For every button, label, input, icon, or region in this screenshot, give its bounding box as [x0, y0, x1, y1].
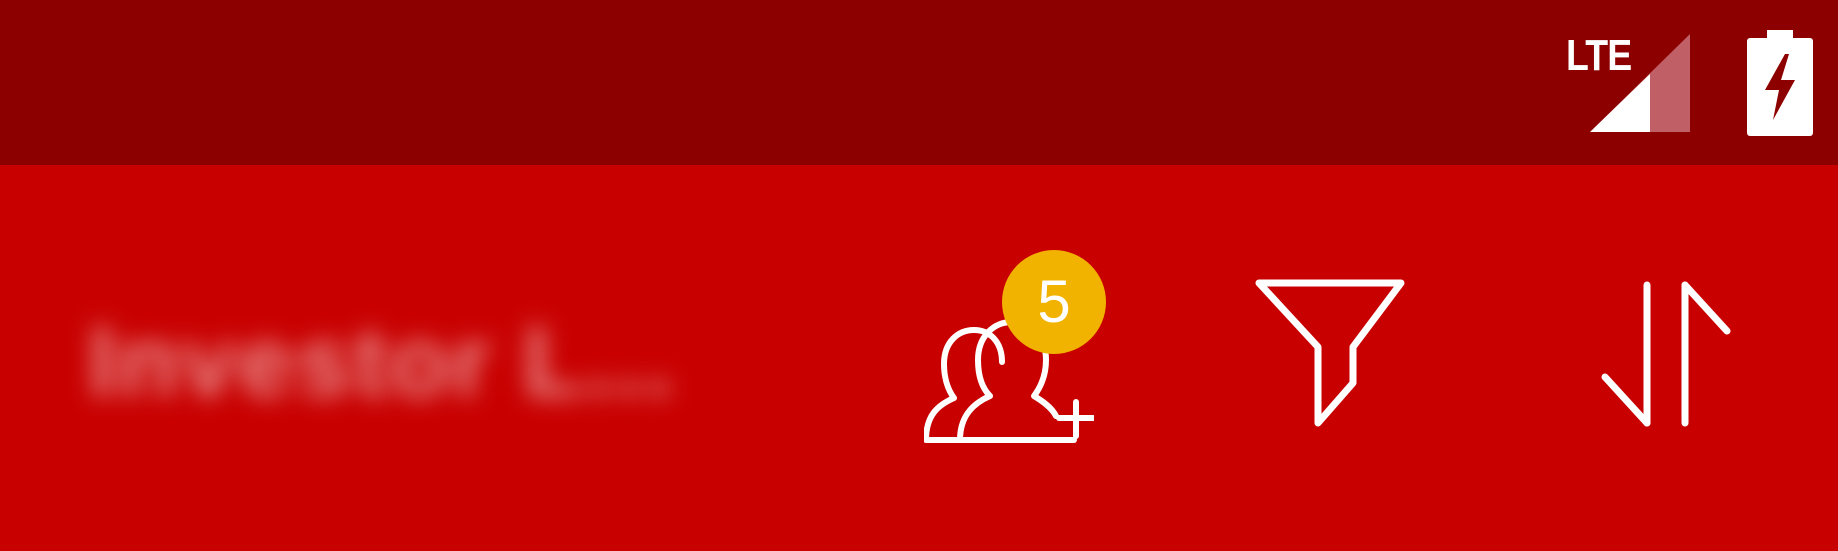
- sort-icon: [1601, 281, 1731, 427]
- sort-button[interactable]: [1585, 265, 1735, 445]
- status-bar: LTE: [0, 0, 1838, 165]
- app-bar: Investor L... 5: [0, 165, 1838, 551]
- signal-icon: [1590, 34, 1690, 132]
- add-users-button[interactable]: 5: [910, 250, 1110, 450]
- filter-icon: [1255, 279, 1405, 427]
- battery-charging-icon: [1747, 30, 1813, 136]
- app-title: Investor L...: [88, 306, 676, 418]
- notification-badge: 5: [1002, 250, 1106, 354]
- filter-button[interactable]: [1245, 265, 1415, 445]
